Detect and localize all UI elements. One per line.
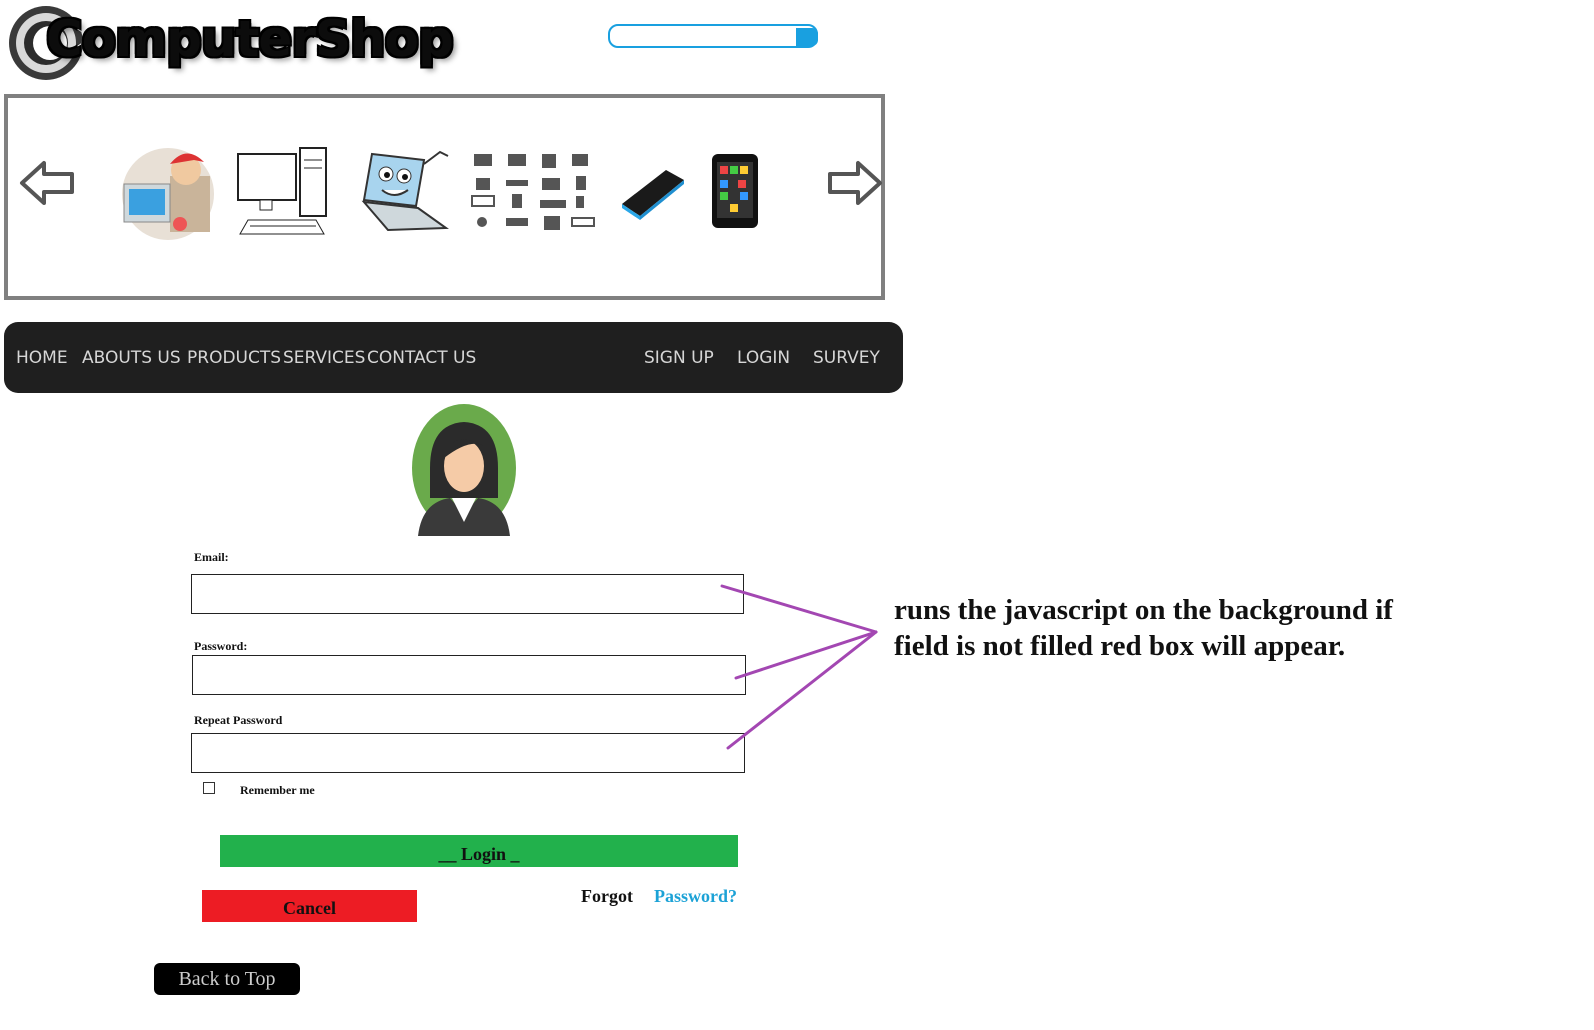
nav-products[interactable]: PRODUCTS — [187, 348, 281, 368]
main-navigation: HOME ABOUTS US PRODUCTS SERVICES CONTACT… — [4, 322, 903, 393]
remember-me-label: Remember me — [240, 783, 315, 797]
user-avatar-icon — [412, 404, 516, 536]
remember-me-checkbox[interactable] — [203, 782, 215, 794]
desktop-computer-image[interactable] — [236, 146, 332, 238]
nav-contact-us[interactable]: CONTACT US — [367, 348, 476, 368]
search-button[interactable] — [796, 28, 818, 46]
technician-image[interactable] — [114, 144, 220, 240]
forgot-text: Forgot — [581, 886, 633, 906]
nav-home[interactable]: HOME — [16, 348, 68, 368]
email-label: Email: — [194, 550, 229, 564]
nav-login[interactable]: LOGIN — [737, 348, 790, 368]
arrow-left-icon[interactable] — [18, 158, 78, 208]
login-button[interactable]: __ Login _ — [220, 835, 738, 867]
nav-about-us[interactable]: ABOUTS US — [82, 348, 181, 368]
nav-services[interactable]: SERVICES — [283, 348, 365, 368]
laptop-mascot-image[interactable] — [358, 150, 454, 236]
product-carousel — [4, 94, 885, 300]
annotation-arrows — [720, 584, 878, 750]
password-field[interactable] — [192, 655, 746, 695]
logo-text: ComputerShop — [45, 9, 456, 70]
tablet-phone-image[interactable] — [708, 150, 764, 232]
search-input[interactable] — [608, 24, 818, 48]
device-icons-image[interactable] — [470, 152, 600, 238]
forgot-password-link[interactable]: Password? — [654, 886, 737, 907]
email-field[interactable] — [191, 574, 744, 614]
back-to-top-button[interactable]: Back to Top — [154, 963, 300, 995]
smartphone-image[interactable] — [618, 164, 688, 220]
password-label: Password: — [194, 639, 248, 653]
nav-survey[interactable]: SURVEY — [813, 348, 880, 368]
arrow-right-icon[interactable] — [824, 158, 884, 208]
site-logo[interactable]: ComputerShop — [6, 2, 455, 84]
repeat-password-label: Repeat Password — [194, 713, 283, 727]
repeat-password-field[interactable] — [191, 733, 745, 773]
nav-sign-up[interactable]: SIGN UP — [644, 348, 714, 368]
cancel-button[interactable]: Cancel — [202, 890, 417, 922]
annotation-note: runs the javascript on the background if… — [894, 594, 1393, 662]
